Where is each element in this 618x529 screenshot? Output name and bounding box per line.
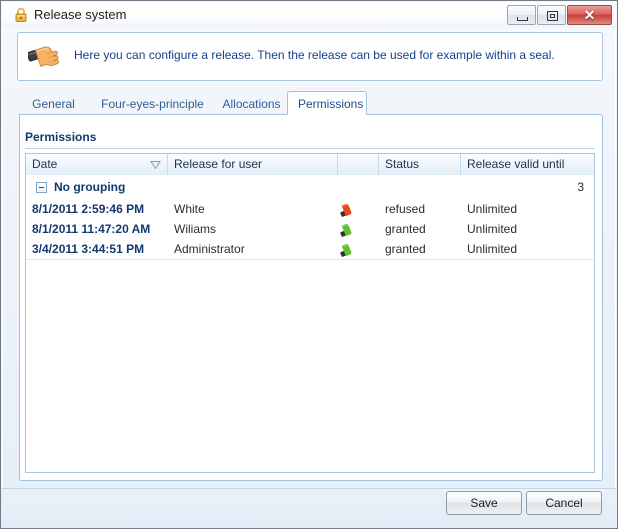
footer-bar [2,489,616,528]
section-title: Permissions [25,130,97,144]
cell-date: 8/1/2011 11:47:20 AM [32,222,151,236]
tab-permissions[interactable]: Permissions [287,91,367,115]
cell-user: Administrator [174,242,245,256]
hand-refused-icon [338,201,354,217]
title-bar: Release system ✕ [2,2,616,28]
minimize-icon [517,17,528,21]
tab-general[interactable]: General [19,93,88,114]
save-button[interactable]: Save [446,491,522,515]
maximize-button[interactable] [537,5,566,25]
grid-header-row: Date Release for user Status Release val… [26,154,594,176]
close-button[interactable]: ✕ [567,5,612,25]
column-header-release-valid-until[interactable]: Release valid until [461,154,594,175]
cell-date: 3/4/2011 3:44:51 PM [32,242,145,256]
group-row-count: 3 [577,180,584,194]
cell-valid-until: Unlimited [467,222,518,236]
section-divider [25,148,595,149]
cell-valid-until: Unlimited [467,242,518,256]
tab-four-eyes-principle[interactable]: Four-eyes-principle [91,93,214,114]
cell-status: granted [385,242,426,256]
cancel-button[interactable]: Cancel [526,491,602,515]
column-header-date[interactable]: Date [26,154,168,175]
cell-valid-until: Unlimited [467,202,518,216]
minimize-button[interactable] [507,5,536,25]
group-row-label: No grouping [54,180,126,194]
maximize-icon [547,11,558,21]
table-row[interactable]: 8/1/2011 11:47:20 AM Wiliams granted Unl… [26,219,594,240]
permissions-grid: Date Release for user Status Release val… [25,153,595,473]
hand-granted-icon [338,241,354,257]
cell-user: Wiliams [174,222,216,236]
cell-status: granted [385,222,426,236]
hand-granted-icon [338,221,354,237]
table-row[interactable]: 3/4/2011 3:44:51 PM Administrator grante… [26,239,594,260]
column-header-blank[interactable] [338,154,379,175]
sort-descending-icon [150,159,161,173]
cell-date: 8/1/2011 2:59:46 PM [32,202,145,216]
release-system-window: Release system ✕ Here you can configure … [0,0,618,529]
window-title: Release system [34,7,127,22]
tab-allocations[interactable]: Allocations [209,93,294,114]
hand-icon [26,41,62,73]
info-banner: Here you can configure a release. Then t… [17,32,603,81]
column-header-date-label: Date [32,157,58,171]
group-row-no-grouping[interactable]: No grouping 3 [26,175,594,200]
table-row[interactable]: 8/1/2011 2:59:46 PM White refused Unlimi… [26,199,594,220]
banner-text: Here you can configure a release. Then t… [74,48,555,62]
close-icon: ✕ [583,7,596,23]
window-controls: ✕ [507,5,612,25]
tab-strip: General Four-eyes-principle Allocations … [19,91,603,115]
cell-status: refused [385,202,426,216]
column-header-status[interactable]: Status [379,154,461,175]
collapse-expander-icon[interactable] [36,182,47,193]
column-header-release-for-user[interactable]: Release for user [168,154,338,175]
cell-user: White [174,202,205,216]
lock-icon [13,7,29,23]
